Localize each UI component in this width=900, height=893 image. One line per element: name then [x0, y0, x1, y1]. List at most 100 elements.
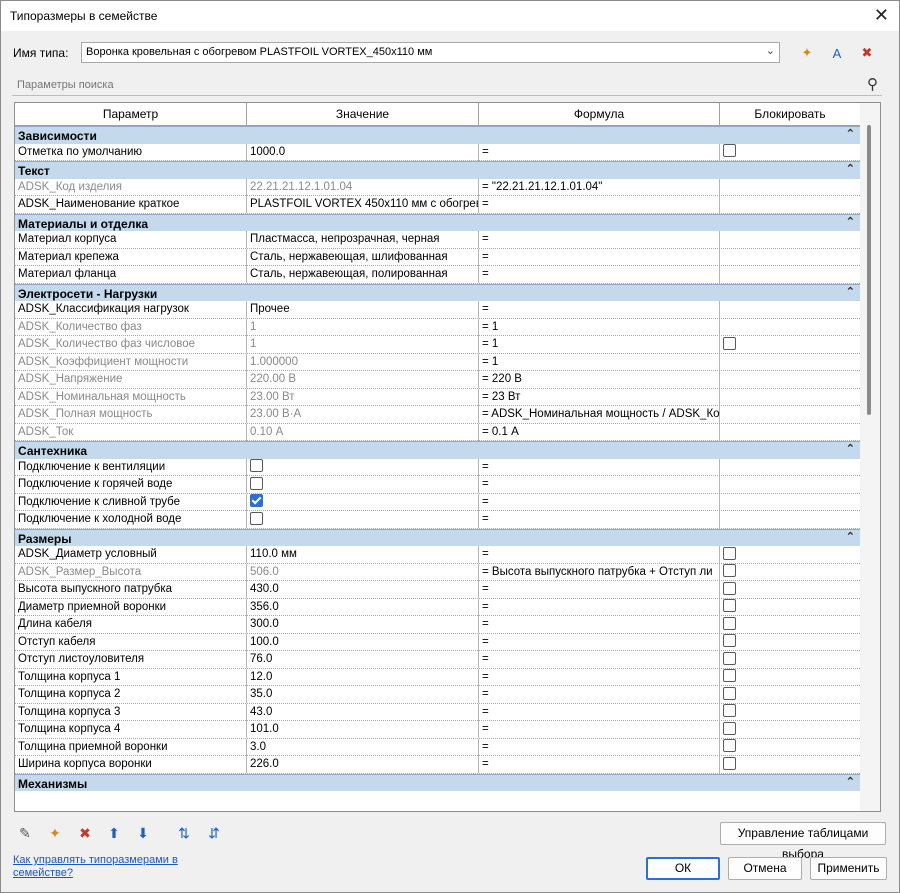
lock-checkbox[interactable]: [723, 756, 736, 770]
parameter-formula[interactable]: =: [479, 546, 720, 563]
vertical-scrollbar[interactable]: [860, 103, 880, 811]
parameter-formula[interactable]: =: [479, 231, 720, 248]
collapse-icon[interactable]: ⌃: [846, 162, 855, 175]
lock-checkbox[interactable]: [723, 686, 736, 700]
parameter-name[interactable]: Подключение к холодной воде: [15, 511, 247, 528]
type-name-dropdown[interactable]: Воронка кровельная с обогревом PLASTFOIL…: [81, 42, 780, 63]
column-header-lock[interactable]: Блокировать: [720, 103, 860, 125]
chevron-down-icon[interactable]: ⌄: [766, 44, 775, 57]
lookup-tables-button[interactable]: Управление таблицами выбора: [720, 822, 886, 861]
parameter-value[interactable]: 3.0: [247, 738, 479, 756]
parameter-name[interactable]: ADSK_Ток: [15, 423, 247, 441]
parameter-value[interactable]: 226.0: [247, 756, 479, 773]
parameter-formula[interactable]: =: [479, 248, 720, 266]
new-parameter-icon[interactable]: ✦: [44, 823, 66, 843]
group-header[interactable]: Электросети - Нагрузки ⌃: [15, 283, 860, 301]
parameter-value[interactable]: 430.0: [247, 581, 479, 598]
lock-checkbox[interactable]: [723, 581, 736, 595]
parameter-value[interactable]: 110.0 мм: [247, 546, 479, 563]
parameter-formula[interactable]: =: [479, 493, 720, 511]
search-icon[interactable]: ⚲: [867, 75, 878, 93]
parameter-formula[interactable]: = "22.21.21.12.1.01.04": [479, 178, 720, 196]
parameter-name[interactable]: ADSK_Номинальная мощность: [15, 388, 247, 406]
parameter-value[interactable]: [247, 511, 479, 528]
parameter-formula[interactable]: =: [479, 721, 720, 738]
parameter-name[interactable]: Ширина корпуса воронки: [15, 756, 247, 773]
apply-button[interactable]: Применить: [810, 857, 887, 880]
parameter-name[interactable]: Толщина корпуса 3: [15, 703, 247, 721]
ok-button[interactable]: ОК: [646, 857, 720, 880]
help-link[interactable]: Как управлять типоразмерами в семействе?: [13, 854, 193, 880]
new-type-icon[interactable]: ✦: [797, 43, 817, 63]
parameter-name[interactable]: Подключение к сливной трубе: [15, 493, 247, 511]
parameter-value[interactable]: 43.0: [247, 703, 479, 721]
parameter-name[interactable]: Толщина корпуса 2: [15, 686, 247, 703]
group-header[interactable]: Зависимости ⌃: [15, 126, 860, 144]
lock-checkbox[interactable]: [723, 704, 736, 718]
parameter-formula[interactable]: =: [479, 616, 720, 633]
lock-checkbox[interactable]: [723, 564, 736, 578]
lock-checkbox[interactable]: [723, 651, 736, 665]
parameter-formula[interactable]: = 1: [479, 336, 720, 353]
parameter-value[interactable]: 300.0: [247, 616, 479, 633]
scrollbar-thumb[interactable]: [867, 125, 871, 415]
parameter-formula[interactable]: = ADSK_Номинальная мощность / ADSK_Ко: [479, 406, 720, 423]
parameter-value[interactable]: [247, 493, 479, 511]
parameter-name[interactable]: Толщина приемной воронки: [15, 738, 247, 756]
parameter-formula[interactable]: =: [479, 703, 720, 721]
lock-checkbox[interactable]: [723, 721, 736, 735]
parameter-formula[interactable]: =: [479, 668, 720, 686]
column-header-value[interactable]: Значение: [247, 103, 479, 125]
lock-checkbox[interactable]: [723, 739, 736, 753]
parameter-value[interactable]: 76.0: [247, 651, 479, 668]
parameter-name[interactable]: Длина кабеля: [15, 616, 247, 633]
parameter-value[interactable]: Сталь, нержавеющая, полированная: [247, 266, 479, 283]
delete-parameter-icon[interactable]: ✖: [74, 823, 96, 843]
parameter-formula[interactable]: = 1: [479, 318, 720, 336]
lock-checkbox[interactable]: [723, 669, 736, 683]
parameter-formula[interactable]: =: [479, 143, 720, 161]
parameter-formula[interactable]: =: [479, 511, 720, 528]
sort-ascending-icon[interactable]: ⇅: [173, 823, 195, 843]
parameter-formula[interactable]: = 0.1 А: [479, 423, 720, 441]
lock-checkbox[interactable]: [723, 616, 736, 630]
parameter-value[interactable]: 356.0: [247, 598, 479, 616]
search-input[interactable]: [15, 76, 839, 94]
parameter-name[interactable]: ADSK_Полная мощность: [15, 406, 247, 423]
parameter-name[interactable]: ADSK_Количество фаз: [15, 318, 247, 336]
collapse-icon[interactable]: ⌃: [846, 442, 855, 455]
parameter-name[interactable]: Высота выпускного патрубка: [15, 581, 247, 598]
parameter-name[interactable]: Отметка по умолчанию: [15, 143, 247, 161]
parameter-value[interactable]: 101.0: [247, 721, 479, 738]
parameter-name[interactable]: ADSK_Классификация нагрузок: [15, 301, 247, 318]
parameter-value[interactable]: Сталь, нержавеющая, шлифованная: [247, 248, 479, 266]
parameter-name[interactable]: ADSK_Наименование краткое: [15, 196, 247, 213]
column-header-formula[interactable]: Формула: [479, 103, 720, 125]
parameter-formula[interactable]: =: [479, 651, 720, 668]
group-header[interactable]: Материалы и отделка ⌃: [15, 213, 860, 231]
group-header[interactable]: Текст ⌃: [15, 161, 860, 179]
move-up-icon[interactable]: ⬆: [103, 823, 125, 843]
parameter-name[interactable]: Толщина корпуса 1: [15, 668, 247, 686]
sort-descending-icon[interactable]: ⇵: [203, 823, 225, 843]
parameter-value[interactable]: [247, 476, 479, 493]
parameter-value[interactable]: [247, 458, 479, 476]
parameter-value[interactable]: 12.0: [247, 668, 479, 686]
lock-checkbox[interactable]: [723, 599, 736, 613]
parameter-formula[interactable]: =: [479, 581, 720, 598]
parameter-value[interactable]: 35.0: [247, 686, 479, 703]
parameter-name[interactable]: Диаметр приемной воронки: [15, 598, 247, 616]
parameter-value[interactable]: 1000.0: [247, 143, 479, 161]
parameter-name[interactable]: Материал корпуса: [15, 231, 247, 248]
parameter-name[interactable]: ADSK_Код изделия: [15, 178, 247, 196]
parameter-formula[interactable]: =: [479, 476, 720, 493]
parameter-name[interactable]: Отступ листоуловителя: [15, 651, 247, 668]
value-checkbox[interactable]: [250, 459, 263, 473]
lock-checkbox[interactable]: [723, 546, 736, 560]
parameter-value[interactable]: PLASTFOIL VORTEX 450x110 мм с обогрево: [247, 196, 479, 213]
value-checkbox[interactable]: [250, 511, 263, 525]
value-checkbox[interactable]: [250, 476, 263, 490]
delete-type-icon[interactable]: ✖: [857, 43, 877, 63]
parameter-formula[interactable]: =: [479, 458, 720, 476]
collapse-icon[interactable]: ⌃: [846, 215, 855, 228]
